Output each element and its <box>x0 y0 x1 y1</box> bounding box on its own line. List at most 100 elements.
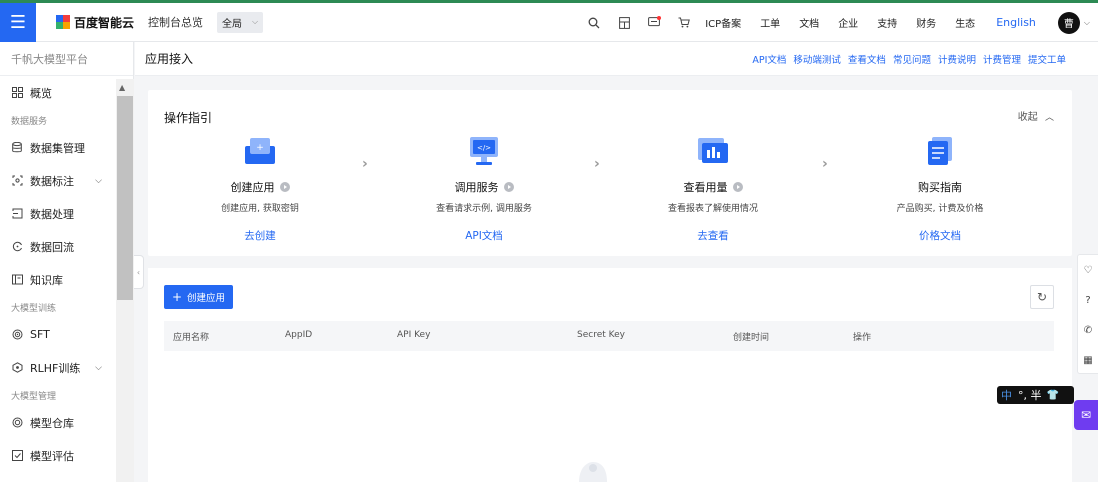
sidebar-item-rlhf[interactable]: RLHF训练 ⌵ <box>0 351 116 384</box>
sidebar-item-repository[interactable]: 模型仓库 <box>0 406 116 439</box>
chevron-down-icon[interactable]: ⌵ <box>1084 18 1090 28</box>
play-icon[interactable] <box>279 182 290 192</box>
cart-icon[interactable] <box>675 14 693 32</box>
refresh-button[interactable]: ↻ <box>1030 285 1054 309</box>
column-actions: 操作 <box>853 333 872 343</box>
sidebar-item-label: 数据处理 <box>30 207 74 221</box>
column-created-time: 创建时间 <box>733 333 770 343</box>
column-app-name: 应用名称 <box>173 333 210 343</box>
top-link-support[interactable]: 支持 <box>877 15 897 30</box>
chevron-down-icon[interactable]: ⌵ <box>95 363 102 373</box>
sidebar-item-label: 数据集管理 <box>30 141 85 155</box>
ime-status-bar[interactable]: 中 °, 半 👕 <box>997 386 1074 404</box>
sidebar-menu: 概览 数据服务 数据集管理 数据标注 ⌵ 数据处理 数据回流 知识库 大模型训练… <box>0 76 116 472</box>
purchase-guide-icon <box>923 135 957 167</box>
sidebar-item-reflow[interactable]: 数据回流 <box>0 230 116 263</box>
top-link-docs[interactable]: 文档 <box>799 15 819 30</box>
link-api-docs[interactable]: API文档 <box>752 52 786 66</box>
api-docs-link[interactable]: API文档 <box>404 228 564 243</box>
link-billing-info[interactable]: 计费说明 <box>938 52 976 66</box>
column-secret-key: Secret Key <box>577 330 625 340</box>
sidebar-item-dataset[interactable]: 数据集管理 <box>0 131 116 164</box>
svg-text:+: + <box>256 143 264 153</box>
step-desc: 创建应用, 获取密钥 <box>221 204 299 214</box>
hamburger-icon[interactable]: ☰ <box>0 2 36 42</box>
refresh-icon: ↻ <box>1036 290 1048 304</box>
sidebar-item-sft[interactable]: SFT <box>0 318 116 351</box>
sidebar-group-data: 数据服务 <box>11 116 48 127</box>
top-link-ecosystem[interactable]: 生态 <box>955 15 975 30</box>
sidebar-scrollbar-thumb[interactable] <box>117 96 133 300</box>
guide-step-call-service: </> 调用服务 查看请求示例, 调用服务 API文档 <box>404 135 564 243</box>
guide-collapse-button[interactable]: 收起 ︿ <box>1018 108 1054 123</box>
play-icon[interactable] <box>732 182 743 192</box>
chevron-down-icon[interactable]: ⌵ <box>95 176 102 186</box>
svg-text:</>: </> <box>477 144 491 152</box>
chevron-right-icon: › <box>362 156 368 172</box>
sidebar-item-knowledge[interactable]: 知识库 <box>0 263 116 296</box>
guide-step-purchase: 购买指南 产品购买, 计费及价格 价格文档 <box>860 135 1020 243</box>
chat-icon[interactable]: ✉ <box>1074 400 1098 430</box>
region-value: 全局 <box>222 18 243 30</box>
link-billing-manage[interactable]: 计费管理 <box>983 52 1021 66</box>
page-header: 应用接入 API文档 移动端测试 查看文档 常见问题 计费说明 计费管理 提交工… <box>135 42 1098 76</box>
help-icon[interactable]: ? <box>1078 285 1098 315</box>
sidebar-item-label: 知识库 <box>30 273 63 287</box>
region-select[interactable]: 全局 ⌵ <box>217 11 264 33</box>
column-api-key: API Key <box>397 330 431 340</box>
chevron-right-icon: › <box>822 156 828 172</box>
link-view-docs[interactable]: 查看文档 <box>848 52 886 66</box>
sidebar-item-label: 数据标注 <box>30 174 74 188</box>
sidebar-item-label: 概览 <box>30 86 52 100</box>
top-link-ticket[interactable]: 工单 <box>760 15 780 30</box>
create-app-icon: + <box>243 135 277 167</box>
reflow-icon <box>11 241 23 253</box>
evaluate-icon <box>11 450 23 462</box>
page-help-links: API文档 移动端测试 查看文档 常见问题 计费说明 计费管理 提交工单 <box>745 52 1066 66</box>
book-icon <box>11 274 23 286</box>
play-icon[interactable] <box>503 182 514 192</box>
ime-text: °, 半 <box>1018 389 1042 402</box>
grid-doc-icon[interactable] <box>615 14 633 32</box>
step-name: 查看用量 <box>683 181 728 194</box>
step-desc: 查看请求示例, 调用服务 <box>436 204 532 214</box>
scroll-up-arrow-icon[interactable]: ▲ <box>119 83 125 92</box>
go-create-link[interactable]: 去创建 <box>180 228 340 243</box>
phone-icon[interactable]: ✆ <box>1078 315 1098 345</box>
sidebar-item-processing[interactable]: 数据处理 <box>0 197 116 230</box>
sidebar-item-label: RLHF训练 <box>30 361 81 375</box>
logo[interactable]: 百度智能云 <box>56 14 134 31</box>
heart-icon[interactable]: ♡ <box>1078 255 1098 285</box>
avatar[interactable]: 曹 <box>1057 11 1080 34</box>
sidebar-item-label: 数据回流 <box>30 240 74 254</box>
top-link-finance[interactable]: 财务 <box>916 15 936 30</box>
rlhf-icon <box>11 362 23 374</box>
sidebar-collapse-button[interactable]: ‹ <box>134 255 144 289</box>
link-faq[interactable]: 常见问题 <box>893 52 931 66</box>
console-overview-link[interactable]: 控制台总览 <box>148 14 203 30</box>
create-app-button[interactable]: + 创建应用 <box>164 285 233 309</box>
language-switch[interactable]: English <box>996 16 1036 29</box>
search-icon[interactable] <box>585 14 603 32</box>
sidebar-item-overview[interactable]: 概览 <box>0 76 116 109</box>
pricing-docs-link[interactable]: 价格文档 <box>860 228 1020 243</box>
tag-icon <box>11 175 23 187</box>
repository-icon <box>11 417 23 429</box>
link-submit-ticket[interactable]: 提交工单 <box>1028 52 1066 66</box>
step-desc: 查看报表了解使用情况 <box>667 204 758 214</box>
chevron-right-icon: › <box>594 156 600 172</box>
message-icon[interactable] <box>645 14 663 32</box>
apps-grid-icon[interactable]: ▦ <box>1078 345 1098 375</box>
top-link-enterprise[interactable]: 企业 <box>838 15 858 30</box>
sidebar-item-evaluate[interactable]: 模型评估 <box>0 439 116 472</box>
link-mobile-test[interactable]: 移动端测试 <box>793 52 841 66</box>
step-name: 购买指南 <box>918 181 962 194</box>
chevron-up-icon: ︿ <box>1044 113 1054 123</box>
top-link-icp[interactable]: ICP备案 <box>705 15 741 30</box>
sidebar-item-label: 模型评估 <box>30 449 74 463</box>
guide-step-create-app: + 创建应用 创建应用, 获取密钥 去创建 <box>180 135 340 243</box>
sidebar-item-annotation[interactable]: 数据标注 ⌵ <box>0 164 116 197</box>
target-icon <box>11 329 23 341</box>
go-view-link[interactable]: 去查看 <box>633 228 793 243</box>
sidebar-group-manage: 大模型管理 <box>11 391 57 402</box>
